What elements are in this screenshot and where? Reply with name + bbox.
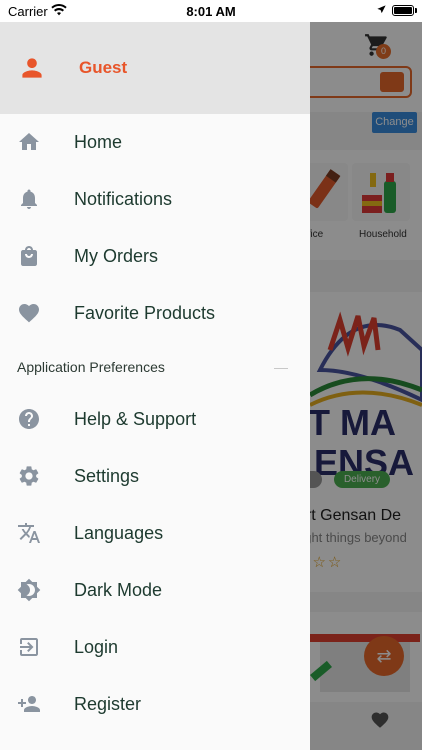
- menu-item-languages[interactable]: Languages: [0, 505, 310, 562]
- menu-item-my-orders[interactable]: My Orders: [0, 228, 310, 285]
- menu-item-help-support[interactable]: Help & Support: [0, 391, 310, 448]
- menu-item-label: Settings: [74, 466, 140, 486]
- menu-item-dark-mode[interactable]: Dark Mode: [0, 562, 310, 619]
- menu-item-label: Notifications: [74, 189, 173, 209]
- menu-item-label: Languages: [74, 523, 164, 543]
- section-title-preferences: Application Preferences: [17, 359, 165, 375]
- shopping-bag-icon: [21, 246, 37, 266]
- clock: 8:01 AM: [186, 4, 236, 19]
- login-icon: [20, 638, 38, 656]
- drawer-header[interactable]: Guest: [0, 22, 310, 114]
- person-add-icon: [18, 696, 40, 712]
- bell-icon: [21, 189, 37, 209]
- person-icon: [22, 58, 42, 78]
- guest-label: Guest: [79, 58, 128, 77]
- menu-item-label: My Orders: [74, 246, 159, 266]
- menu-item-label: Home: [74, 132, 123, 152]
- menu-item-notifications[interactable]: Notifications: [0, 171, 310, 228]
- status-bar: Carrier 8:01 AM: [0, 0, 422, 22]
- location-arrow-icon: [377, 5, 386, 14]
- translate-icon: [18, 523, 40, 543]
- menu-item-label: Register: [74, 694, 142, 714]
- menu-item-login[interactable]: Login: [0, 619, 310, 676]
- battery-icon: [392, 5, 414, 16]
- heart-icon: [19, 304, 39, 323]
- help-icon: [19, 409, 39, 429]
- home-icon: [19, 133, 39, 150]
- menu-item-label: Dark Mode: [74, 580, 163, 600]
- menu-item-settings[interactable]: Settings: [0, 448, 310, 505]
- menu-item-favorite-products[interactable]: Favorite Products: [0, 285, 310, 342]
- menu-item-label: Favorite Products: [74, 303, 216, 323]
- collapse-dash-icon[interactable]: [274, 368, 288, 369]
- menu-item-home[interactable]: Home: [0, 114, 310, 171]
- menu-item-label: Help & Support: [74, 409, 197, 429]
- battery-tip: [415, 8, 417, 13]
- navigation-drawer: Guest Home Notifications My Orders Favor…: [0, 22, 310, 750]
- menu-item-register[interactable]: Register: [0, 676, 310, 733]
- menu-item-label: Login: [74, 637, 119, 657]
- gear-icon: [19, 466, 39, 486]
- brightness-icon: [17, 578, 41, 602]
